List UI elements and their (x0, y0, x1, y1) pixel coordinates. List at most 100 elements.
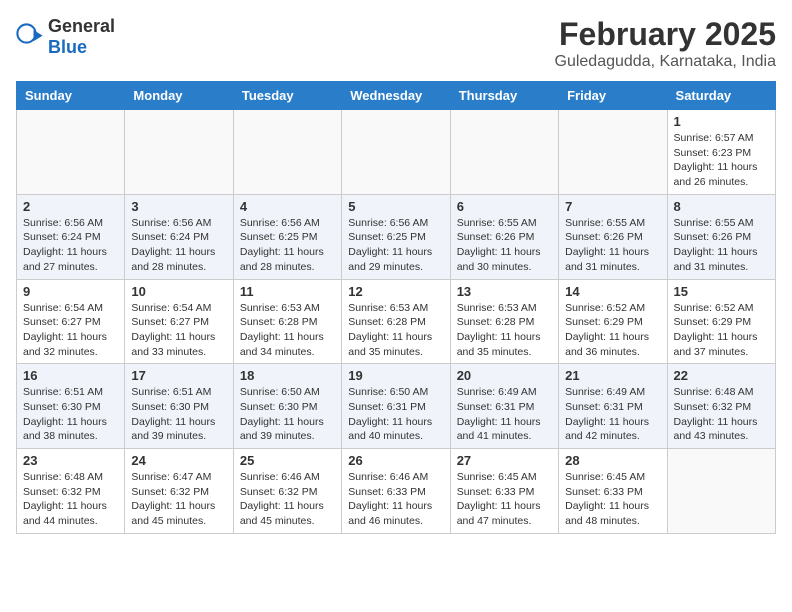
title-area: February 2025 Guledagudda, Karnataka, In… (555, 16, 777, 71)
calendar-cell: 18 Sunrise: 6:50 AM Sunset: 6:30 PM Dayli… (233, 364, 341, 449)
day-number: 5 (348, 199, 443, 214)
day-number: 10 (131, 284, 226, 299)
calendar-cell: 11 Sunrise: 6:53 AM Sunset: 6:28 PM Dayli… (233, 279, 341, 364)
day-info: Sunrise: 6:46 AM Sunset: 6:33 PM Dayligh… (348, 470, 443, 529)
calendar-cell: 22 Sunrise: 6:48 AM Sunset: 6:32 PM Dayli… (667, 364, 775, 449)
calendar-cell: 17 Sunrise: 6:51 AM Sunset: 6:30 PM Dayli… (125, 364, 233, 449)
calendar-cell: 4 Sunrise: 6:56 AM Sunset: 6:25 PM Daylig… (233, 194, 341, 279)
day-info: Sunrise: 6:49 AM Sunset: 6:31 PM Dayligh… (457, 385, 552, 444)
day-number: 17 (131, 368, 226, 383)
day-number: 19 (348, 368, 443, 383)
day-number: 7 (565, 199, 660, 214)
weekday-header-friday: Friday (559, 82, 667, 110)
day-info: Sunrise: 6:45 AM Sunset: 6:33 PM Dayligh… (457, 470, 552, 529)
calendar-cell: 26Sunrise: 6:46 AM Sunset: 6:33 PM Dayli… (342, 449, 450, 534)
day-info: Sunrise: 6:56 AM Sunset: 6:25 PM Dayligh… (348, 216, 443, 275)
calendar-week-3: 9 Sunrise: 6:54 AM Sunset: 6:27 PM Daylig… (17, 279, 776, 364)
calendar-cell: 24Sunrise: 6:47 AM Sunset: 6:32 PM Dayli… (125, 449, 233, 534)
day-info: Sunrise: 6:54 AM Sunset: 6:27 PM Dayligh… (131, 301, 226, 360)
day-number: 22 (674, 368, 769, 383)
day-info: Sunrise: 6:49 AM Sunset: 6:31 PM Dayligh… (565, 385, 660, 444)
day-number: 12 (348, 284, 443, 299)
day-number: 13 (457, 284, 552, 299)
day-info: Sunrise: 6:52 AM Sunset: 6:29 PM Dayligh… (565, 301, 660, 360)
day-info: Sunrise: 6:50 AM Sunset: 6:30 PM Dayligh… (240, 385, 335, 444)
day-info: Sunrise: 6:56 AM Sunset: 6:25 PM Dayligh… (240, 216, 335, 275)
calendar-cell: 15 Sunrise: 6:52 AM Sunset: 6:29 PM Dayli… (667, 279, 775, 364)
weekday-header-thursday: Thursday (450, 82, 558, 110)
calendar-cell: 5 Sunrise: 6:56 AM Sunset: 6:25 PM Daylig… (342, 194, 450, 279)
calendar-cell: 2 Sunrise: 6:56 AM Sunset: 6:24 PM Daylig… (17, 194, 125, 279)
day-info: Sunrise: 6:48 AM Sunset: 6:32 PM Dayligh… (674, 385, 769, 444)
day-number: 1 (674, 114, 769, 129)
calendar-week-4: 16Sunrise: 6:51 AM Sunset: 6:30 PM Dayli… (17, 364, 776, 449)
calendar-cell: 6Sunrise: 6:55 AM Sunset: 6:26 PM Daylig… (450, 194, 558, 279)
day-number: 20 (457, 368, 552, 383)
calendar-cell: 10 Sunrise: 6:54 AM Sunset: 6:27 PM Dayli… (125, 279, 233, 364)
day-number: 2 (23, 199, 118, 214)
day-info: Sunrise: 6:55 AM Sunset: 6:26 PM Dayligh… (457, 216, 552, 275)
calendar-cell: 19 Sunrise: 6:50 AM Sunset: 6:31 PM Dayli… (342, 364, 450, 449)
calendar-cell (667, 449, 775, 534)
day-number: 15 (674, 284, 769, 299)
weekday-header-saturday: Saturday (667, 82, 775, 110)
day-number: 8 (674, 199, 769, 214)
day-info: Sunrise: 6:47 AM Sunset: 6:32 PM Dayligh… (131, 470, 226, 529)
calendar-cell (233, 110, 341, 195)
day-info: Sunrise: 6:48 AM Sunset: 6:32 PM Dayligh… (23, 470, 118, 529)
calendar-cell (450, 110, 558, 195)
calendar-cell: 23 Sunrise: 6:48 AM Sunset: 6:32 PM Dayli… (17, 449, 125, 534)
calendar-week-5: 23 Sunrise: 6:48 AM Sunset: 6:32 PM Dayli… (17, 449, 776, 534)
day-number: 14 (565, 284, 660, 299)
logo: General Blue (16, 16, 115, 58)
calendar-cell: 13Sunrise: 6:53 AM Sunset: 6:28 PM Dayli… (450, 279, 558, 364)
day-info: Sunrise: 6:45 AM Sunset: 6:33 PM Dayligh… (565, 470, 660, 529)
calendar-cell: 12 Sunrise: 6:53 AM Sunset: 6:28 PM Dayli… (342, 279, 450, 364)
day-info: Sunrise: 6:56 AM Sunset: 6:24 PM Dayligh… (23, 216, 118, 275)
day-number: 27 (457, 453, 552, 468)
day-info: Sunrise: 6:57 AM Sunset: 6:23 PM Dayligh… (674, 131, 769, 190)
day-info: Sunrise: 6:55 AM Sunset: 6:26 PM Dayligh… (565, 216, 660, 275)
calendar-cell: 21 Sunrise: 6:49 AM Sunset: 6:31 PM Dayli… (559, 364, 667, 449)
day-number: 25 (240, 453, 335, 468)
main-title: February 2025 (555, 16, 777, 53)
day-number: 21 (565, 368, 660, 383)
day-number: 3 (131, 199, 226, 214)
calendar-cell (559, 110, 667, 195)
calendar: SundayMondayTuesdayWednesdayThursdayFrid… (16, 81, 776, 534)
weekday-header-row: SundayMondayTuesdayWednesdayThursdayFrid… (17, 82, 776, 110)
day-number: 11 (240, 284, 335, 299)
calendar-cell: 1 Sunrise: 6:57 AM Sunset: 6:23 PM Daylig… (667, 110, 775, 195)
calendar-cell: 8Sunrise: 6:55 AM Sunset: 6:26 PM Daylig… (667, 194, 775, 279)
day-number: 23 (23, 453, 118, 468)
day-number: 4 (240, 199, 335, 214)
logo-blue: Blue (48, 37, 87, 57)
calendar-cell (125, 110, 233, 195)
day-number: 28 (565, 453, 660, 468)
day-number: 9 (23, 284, 118, 299)
day-info: Sunrise: 6:51 AM Sunset: 6:30 PM Dayligh… (23, 385, 118, 444)
day-info: Sunrise: 6:53 AM Sunset: 6:28 PM Dayligh… (348, 301, 443, 360)
calendar-cell: 3Sunrise: 6:56 AM Sunset: 6:24 PM Daylig… (125, 194, 233, 279)
calendar-cell: 7 Sunrise: 6:55 AM Sunset: 6:26 PM Daylig… (559, 194, 667, 279)
day-info: Sunrise: 6:53 AM Sunset: 6:28 PM Dayligh… (240, 301, 335, 360)
day-info: Sunrise: 6:51 AM Sunset: 6:30 PM Dayligh… (131, 385, 226, 444)
calendar-week-2: 2 Sunrise: 6:56 AM Sunset: 6:24 PM Daylig… (17, 194, 776, 279)
weekday-header-tuesday: Tuesday (233, 82, 341, 110)
calendar-cell (17, 110, 125, 195)
calendar-cell (342, 110, 450, 195)
subtitle: Guledagudda, Karnataka, India (555, 53, 777, 71)
day-info: Sunrise: 6:46 AM Sunset: 6:32 PM Dayligh… (240, 470, 335, 529)
day-number: 18 (240, 368, 335, 383)
calendar-cell: 9Sunrise: 6:54 AM Sunset: 6:27 PM Daylig… (17, 279, 125, 364)
page-header: General Blue February 2025 Guledagudda, … (16, 16, 776, 71)
calendar-cell: 14 Sunrise: 6:52 AM Sunset: 6:29 PM Dayli… (559, 279, 667, 364)
calendar-cell: 16Sunrise: 6:51 AM Sunset: 6:30 PM Dayli… (17, 364, 125, 449)
logo-general: General (48, 16, 115, 36)
day-info: Sunrise: 6:52 AM Sunset: 6:29 PM Dayligh… (674, 301, 769, 360)
calendar-week-1: 1 Sunrise: 6:57 AM Sunset: 6:23 PM Daylig… (17, 110, 776, 195)
calendar-cell: 28 Sunrise: 6:45 AM Sunset: 6:33 PM Dayli… (559, 449, 667, 534)
day-info: Sunrise: 6:50 AM Sunset: 6:31 PM Dayligh… (348, 385, 443, 444)
weekday-header-sunday: Sunday (17, 82, 125, 110)
logo-icon (16, 23, 44, 51)
